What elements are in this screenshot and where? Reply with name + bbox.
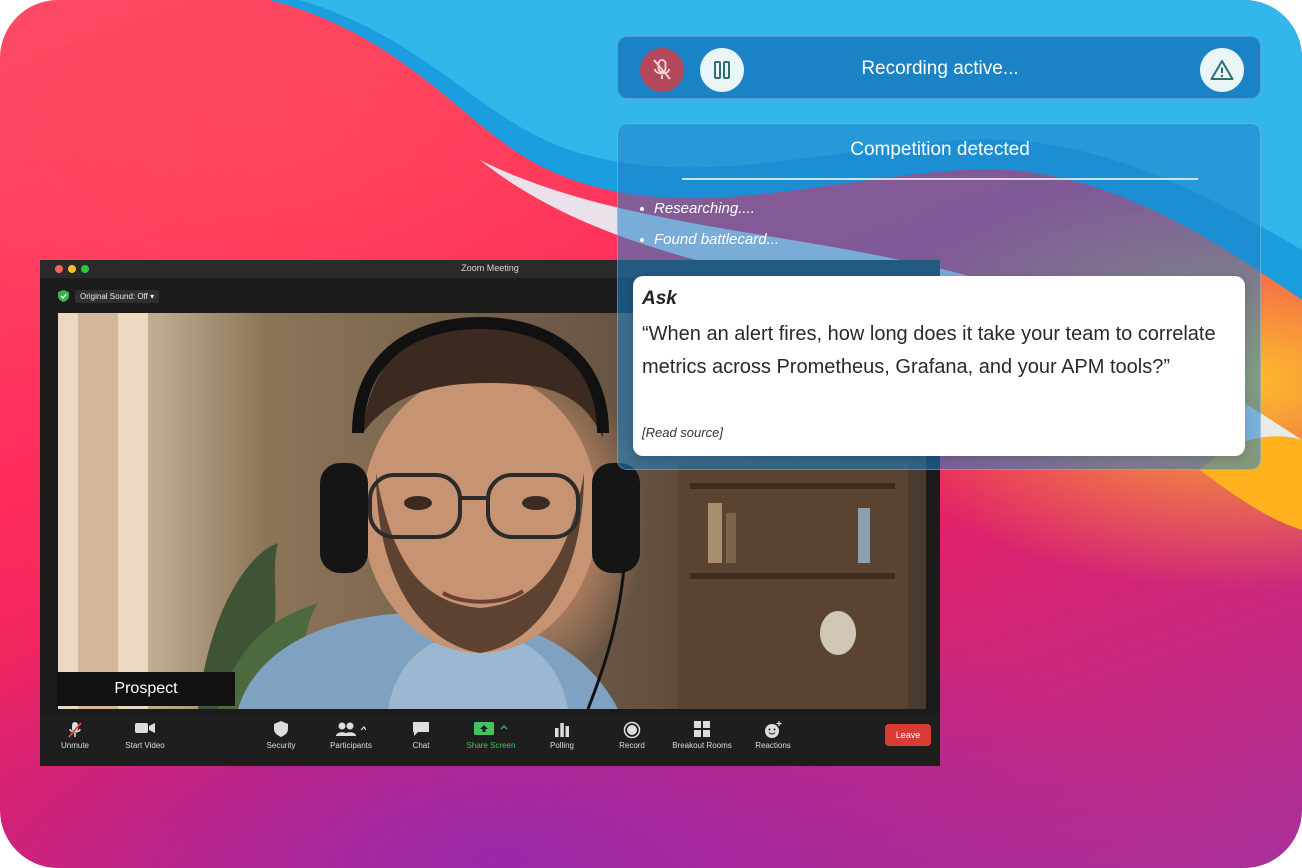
caret-down-icon: ▾ — [150, 291, 155, 301]
record-glyph — [623, 721, 641, 739]
video-camera-icon — [110, 721, 180, 741]
warning-icon — [1210, 60, 1234, 80]
reactions-label: Reactions — [755, 741, 791, 750]
polling-button[interactable]: Polling — [527, 721, 597, 750]
recording-bar: Recording active... — [617, 36, 1261, 99]
mic-muted-icon — [40, 721, 110, 741]
share-screen-icon — [456, 721, 526, 741]
progress-steps: Researching.... Found battlecard... — [640, 200, 779, 262]
unmute-label: Unmute — [60, 741, 89, 750]
share-screen-button[interactable]: Share Screen — [456, 721, 526, 750]
title-divider — [682, 178, 1198, 180]
breakout-rooms-label: Breakout Rooms — [672, 741, 732, 750]
recording-status-text: Recording active... — [861, 58, 1019, 79]
start-video-label: Start Video — [125, 741, 165, 750]
meeting-toolbar: Unmute Start Video Security Participants… — [40, 715, 940, 766]
participants-button[interactable]: Participants — [316, 721, 386, 750]
shield-check-icon — [58, 290, 69, 302]
share-screen-label: Share Screen — [466, 741, 516, 750]
security-label: Security — [266, 741, 296, 750]
grid-icon — [667, 721, 737, 741]
participants-label: Participants — [330, 741, 372, 750]
emoji-glyph — [765, 721, 782, 738]
alert-button[interactable] — [1200, 48, 1244, 92]
share-screen-glyph — [474, 722, 508, 735]
breakout-rooms-button[interactable]: Breakout Rooms — [667, 721, 737, 750]
shield-glyph — [274, 721, 288, 737]
competition-title: Competition detected — [850, 139, 1030, 160]
step-item: Researching.... — [640, 200, 779, 217]
original-sound-label[interactable]: Original Sound: Off ▾ — [75, 289, 160, 303]
people-icon — [316, 721, 386, 741]
chat-button[interactable]: Chat — [386, 721, 456, 750]
security-button[interactable]: Security — [246, 721, 316, 750]
polling-label: Polling — [549, 741, 574, 750]
bar-chart-glyph — [555, 723, 569, 737]
original-sound-text: Original Sound: Off — [80, 291, 148, 301]
video-camera-glyph — [135, 723, 155, 733]
mic-muted-glyph — [68, 722, 82, 738]
chat-label: Chat — [412, 741, 430, 750]
step-item: Found battlecard... — [640, 231, 779, 248]
record-label: Record — [619, 741, 645, 750]
unmute-button[interactable]: Unmute — [40, 721, 110, 750]
people-glyph — [336, 722, 367, 736]
read-source-link[interactable]: [Read source] — [642, 425, 723, 440]
bar-chart-icon — [527, 721, 597, 741]
leave-meeting-button[interactable]: Leave — [885, 724, 931, 746]
shield-icon — [246, 721, 316, 741]
record-button[interactable]: Record — [597, 721, 667, 750]
emoji-icon — [738, 721, 808, 741]
chat-bubble-icon — [386, 721, 456, 741]
reactions-button[interactable]: Reactions — [738, 721, 808, 750]
ask-card-title: Ask — [642, 288, 677, 309]
record-icon — [597, 721, 667, 741]
grid-glyph — [694, 721, 710, 737]
chat-bubble-glyph — [413, 722, 429, 736]
participant-name-tag: Prospect — [57, 672, 235, 706]
start-video-button[interactable]: Start Video — [110, 721, 180, 750]
ask-question-text: “When an alert fires, how long does it t… — [642, 323, 1216, 378]
ask-card: Ask “When an alert fires, how long does … — [633, 276, 1245, 456]
original-sound-toggle[interactable]: Original Sound: Off ▾ — [58, 289, 160, 303]
